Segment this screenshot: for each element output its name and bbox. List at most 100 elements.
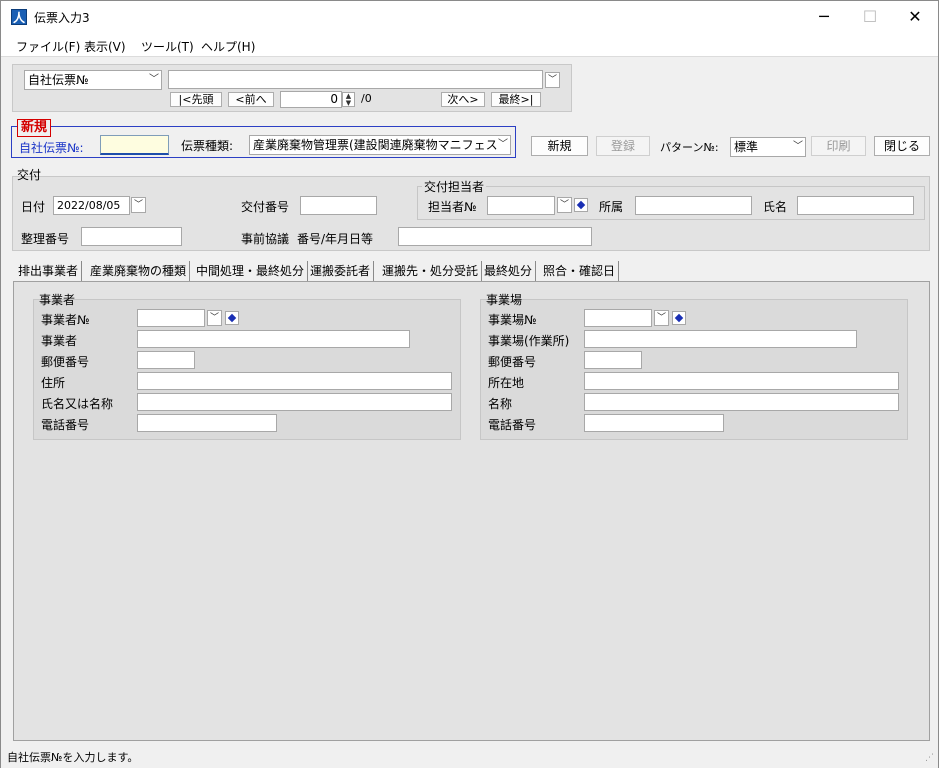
record-spin-button[interactable]: ▲ ▼ <box>342 92 355 107</box>
operator-phone-label: 電話番号 <box>41 418 90 432</box>
chevron-down-icon: ﹀ <box>498 136 508 154</box>
person-dropdown-button[interactable]: ﹀ <box>557 197 572 213</box>
site-name-label: 名称 <box>488 397 513 411</box>
menu-view[interactable]: 表示(V) <box>84 38 126 55</box>
resize-grip-icon[interactable]: ⋰ <box>925 753 934 763</box>
pattern-no-label: パターン№: <box>660 141 719 154</box>
record-position-input[interactable]: 0 <box>280 91 342 108</box>
issuing-person-title: 交付担当者 <box>422 178 487 195</box>
tab-verification-date[interactable]: 照合・確認日 <box>540 261 620 281</box>
operator-name-label: 氏名又は名称 <box>41 397 114 411</box>
site-input[interactable] <box>584 330 857 348</box>
person-name-label: 氏名 <box>763 200 788 214</box>
title-bar: 人 伝票入力3 ─ ☐ ✕ <box>1 1 938 33</box>
person-no-input[interactable] <box>487 196 555 215</box>
department-label: 所属 <box>599 200 624 214</box>
voucher-no-input[interactable] <box>100 135 169 155</box>
person-name-input[interactable] <box>797 196 914 215</box>
voucher-no-label: 自社伝票№: <box>19 141 84 155</box>
search-dropdown-button[interactable]: ﹀ <box>545 72 560 88</box>
date-label: 日付 <box>21 200 46 214</box>
site-lookup-icon[interactable] <box>672 311 686 325</box>
site-no-label: 事業場№ <box>488 313 537 327</box>
department-input[interactable] <box>635 196 752 215</box>
operator-dropdown-button[interactable]: ﹀ <box>207 310 222 326</box>
app-window: 人 伝票入力3 ─ ☐ ✕ ファイル(F) 表示(V) ツール(T) ヘルプ(H… <box>0 0 939 768</box>
first-record-button[interactable]: |<先頭 <box>170 92 222 107</box>
app-icon: 人 <box>11 9 27 25</box>
search-input[interactable] <box>168 70 543 89</box>
tab-intermediate-final[interactable]: 中間処理・最終処分 <box>193 261 309 281</box>
window-title: 伝票入力3 <box>34 11 90 25</box>
date-picker-button[interactable]: ﹀ <box>131 197 146 213</box>
tab-transport-destination[interactable]: 運搬先・処分受託 <box>379 261 483 281</box>
business-site-title: 事業場 <box>486 293 523 307</box>
operator-label: 事業者 <box>41 334 78 348</box>
site-name-input[interactable] <box>584 393 899 411</box>
new-button[interactable]: 新規 <box>531 136 588 156</box>
tab-content: 事業者 事業者№ ﹀ 事業者 郵便番号 住所 氏名又は名称 電話番号 事業場 事… <box>13 281 930 741</box>
site-postal-input[interactable] <box>584 351 642 369</box>
operator-postal-input[interactable] <box>137 351 195 369</box>
menu-bar: ファイル(F) 表示(V) ツール(T) ヘルプ(H) <box>1 33 938 57</box>
date-input[interactable]: 2022/08/05 <box>53 196 130 215</box>
site-dropdown-button[interactable]: ﹀ <box>654 310 669 326</box>
register-button[interactable]: 登録 <box>596 136 650 156</box>
tab-final-disposal[interactable]: 最終処分 <box>481 261 537 281</box>
search-field-value: 自社伝票№ <box>28 73 89 87</box>
person-no-label: 担当者№ <box>428 200 477 214</box>
site-no-input[interactable] <box>584 309 652 327</box>
tab-discharge-operator[interactable]: 排出事業者 <box>15 261 83 281</box>
operator-postal-label: 郵便番号 <box>41 355 90 369</box>
site-label: 事業場(作業所) <box>488 334 570 348</box>
prior-consult-input[interactable] <box>398 227 592 246</box>
print-button[interactable]: 印刷 <box>811 136 866 156</box>
search-field-select[interactable]: 自社伝票№ ﹀ <box>24 70 162 90</box>
close-button[interactable]: 閉じる <box>874 136 930 156</box>
operator-no-input[interactable] <box>137 309 205 327</box>
record-total: /0 <box>361 92 372 105</box>
site-location-input[interactable] <box>584 372 899 390</box>
operator-name-input[interactable] <box>137 393 452 411</box>
operator-address-input[interactable] <box>137 372 452 390</box>
search-panel: 自社伝票№ ﹀ ﹀ |<先頭 <前へ 0 ▲ ▼ /0 次へ> 最終>| <box>12 64 572 112</box>
menu-help[interactable]: ヘルプ(H) <box>201 38 255 55</box>
prior-consult-sub-label: 番号/年月日等 <box>297 232 374 246</box>
person-lookup-icon[interactable] <box>574 198 588 212</box>
prev-record-button[interactable]: <前へ <box>228 92 274 107</box>
issue-no-input[interactable] <box>300 196 377 215</box>
operator-lookup-icon[interactable] <box>225 311 239 325</box>
chevron-down-icon: ﹀ <box>149 74 159 85</box>
pattern-value: 標準 <box>734 140 759 154</box>
prior-consult-label: 事前協議 <box>241 232 290 246</box>
maximize-button[interactable]: ☐ <box>847 1 893 33</box>
menu-file[interactable]: ファイル(F) <box>16 38 80 55</box>
tab-waste-type[interactable]: 産業廃棄物の種類 <box>87 261 191 281</box>
close-window-button[interactable]: ✕ <box>892 1 938 33</box>
last-record-button[interactable]: 最終>| <box>491 92 541 107</box>
voucher-type-select[interactable]: 産業廃棄物管理票(建設関連廃棄物マニフェスト) ﹀ <box>249 135 511 155</box>
status-message: 自社伝票№を入力します。 <box>7 751 139 764</box>
operator-input[interactable] <box>137 330 410 348</box>
operator-phone-input[interactable] <box>137 414 277 432</box>
status-bar: 自社伝票№を入力します。 <box>1 747 938 768</box>
control-no-label: 整理番号 <box>21 232 70 246</box>
new-mode-badge: 新規 <box>17 119 52 137</box>
minimize-button[interactable]: ─ <box>801 1 847 33</box>
issuance-group-title: 交付 <box>17 168 42 182</box>
business-operator-title: 事業者 <box>39 293 76 307</box>
operator-address-label: 住所 <box>41 376 66 390</box>
menu-tools[interactable]: ツール(T) <box>141 38 194 55</box>
voucher-type-value: 産業廃棄物管理票(建設関連廃棄物マニフェスト) <box>253 138 511 152</box>
issue-no-label: 交付番号 <box>241 200 290 214</box>
next-record-button[interactable]: 次へ> <box>441 92 485 107</box>
tab-transport-consignor[interactable]: 運搬委託者 <box>307 261 375 281</box>
pattern-select[interactable]: 標準 ﹀ <box>730 137 806 157</box>
site-phone-label: 電話番号 <box>488 418 537 432</box>
site-phone-input[interactable] <box>584 414 724 432</box>
control-no-input[interactable] <box>81 227 182 246</box>
operator-no-label: 事業者№ <box>41 313 90 327</box>
voucher-type-label: 伝票種類: <box>181 139 234 153</box>
chevron-down-icon: ﹀ <box>793 141 803 152</box>
site-location-label: 所在地 <box>488 376 525 390</box>
